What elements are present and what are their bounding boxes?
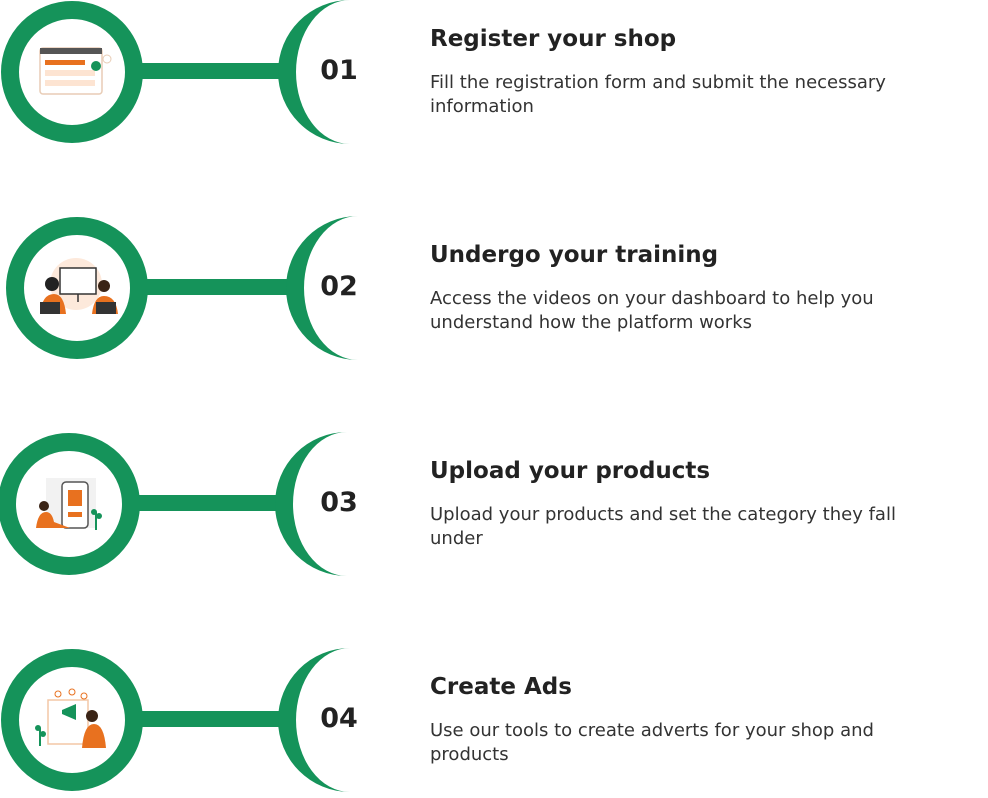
step-2-description: Access the videos on your dashboard to h…: [430, 288, 874, 333]
step-3-title: Upload your products: [430, 458, 711, 484]
step-2: 02 Undergo your training Access the vide…: [0, 216, 988, 366]
registration-form-icon: [39, 47, 112, 95]
step-4: 04 Create Ads Use our tools to create ad…: [0, 648, 988, 798]
step-1-description: Fill the registration form and submit th…: [430, 72, 886, 117]
step-2-number: 02: [320, 271, 358, 302]
step-2-title: Undergo your training: [430, 242, 719, 268]
step-3-description: Upload your products and set the categor…: [430, 504, 896, 549]
step-3: 03 Upload your products Upload your prod…: [0, 432, 988, 582]
step-1-title: Register your shop: [430, 26, 677, 52]
step-3-number: 03: [320, 487, 358, 518]
step-4-description: Use our tools to create adverts for your…: [430, 720, 874, 765]
step-1: 01 Register your shop Fill the registrat…: [0, 0, 988, 150]
step-1-number: 01: [320, 55, 358, 86]
step-4-number: 04: [320, 703, 358, 734]
step-4-title: Create Ads: [430, 674, 572, 700]
